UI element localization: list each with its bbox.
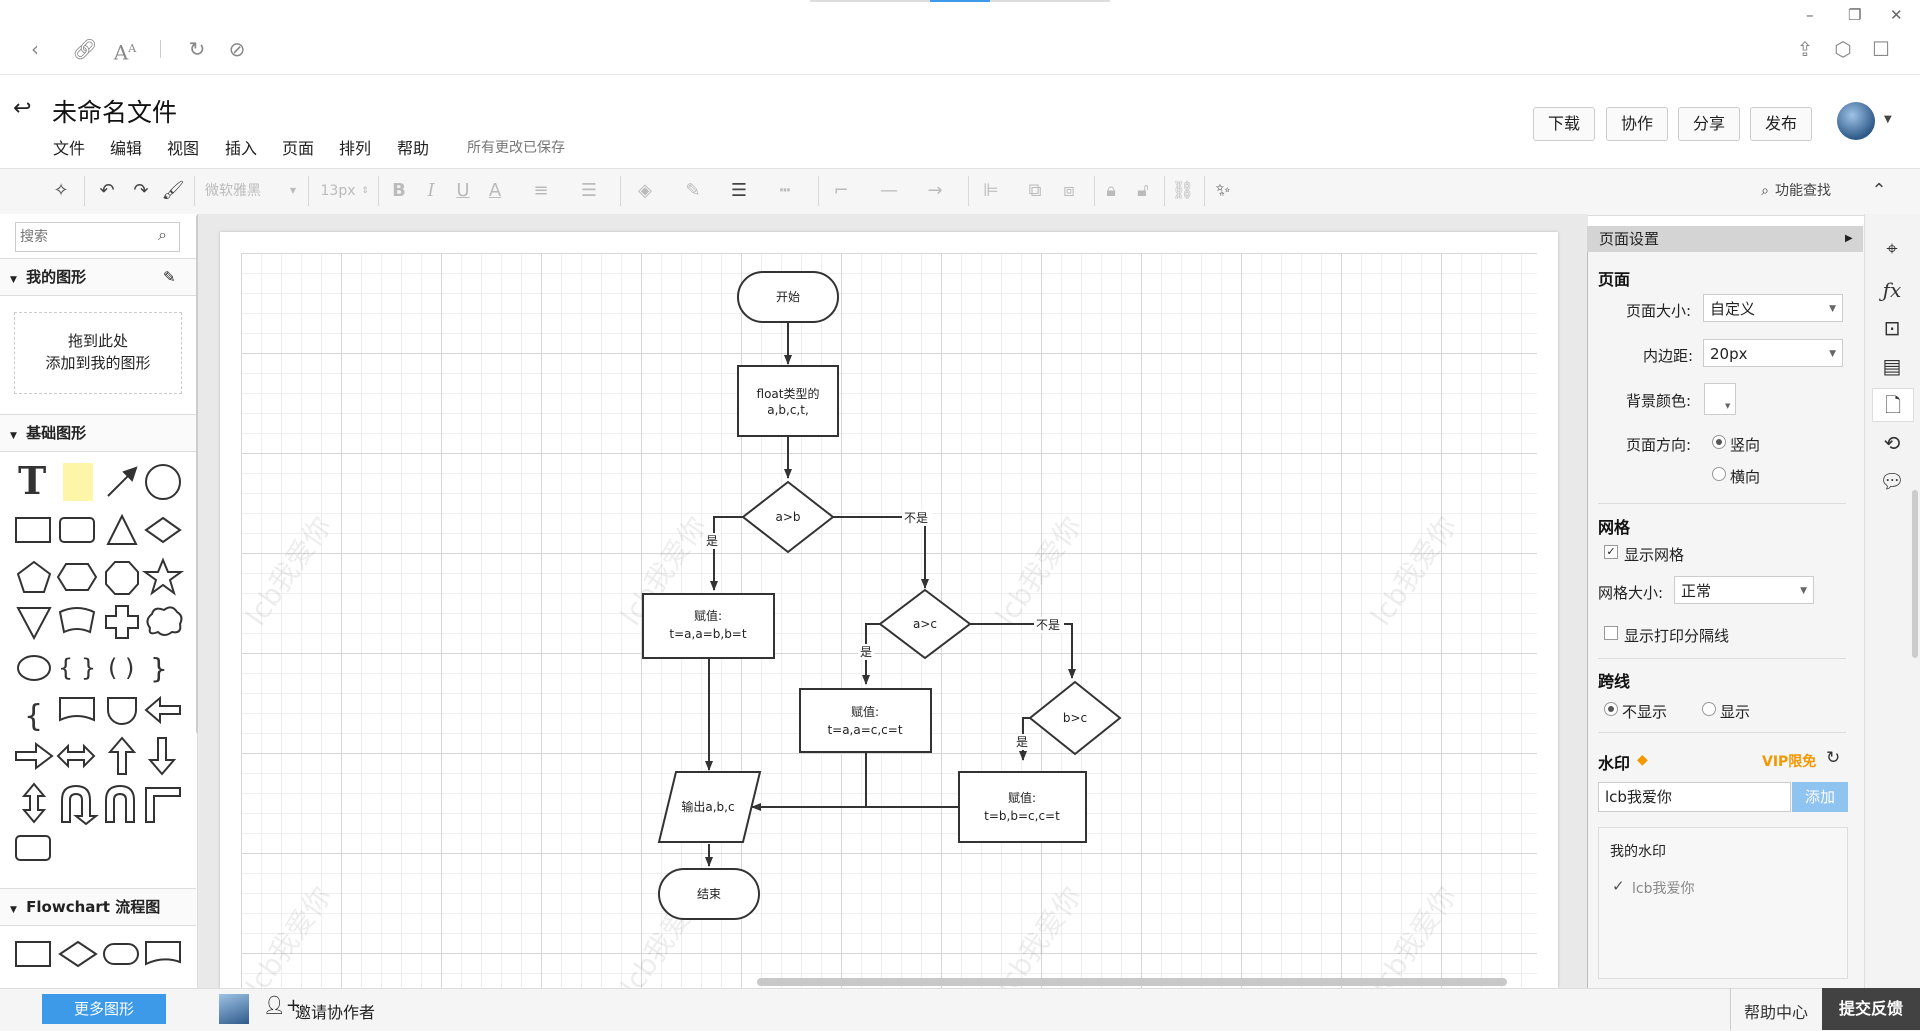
panel-title: 页面设置 xyxy=(1599,230,1660,248)
end-label: 结束 xyxy=(697,887,721,901)
divider xyxy=(1598,658,1846,659)
show-grid-label[interactable]: 显示网格 xyxy=(1624,544,1684,565)
my-watermarks-title: 我的水印 xyxy=(1610,844,1666,860)
watermark-item[interactable]: lcb我爱你 xyxy=(1632,878,1694,898)
landscape-label[interactable]: 横向 xyxy=(1730,466,1760,487)
divider xyxy=(1598,503,1846,504)
formula-icon[interactable]: ƒx xyxy=(1872,274,1912,306)
orientation-label: 页面方向: xyxy=(1626,436,1692,454)
bg-color-label: 背景颜色: xyxy=(1626,392,1692,410)
print-lines-label[interactable]: 显示打印分隔线 xyxy=(1624,625,1729,646)
reset-icon[interactable]: ↻ xyxy=(1826,748,1840,768)
start-label: 开始 xyxy=(776,290,800,304)
divider xyxy=(1730,988,1731,1030)
assign-value: t=a,a=b,b=t xyxy=(669,627,746,641)
decision-label: a>c xyxy=(913,617,937,631)
assign-label: 赋值: xyxy=(851,704,879,719)
decision-label: b>c xyxy=(1063,711,1087,725)
chevron-down-icon: ▼ xyxy=(1800,586,1807,596)
navigator-icon[interactable]: ⌖ xyxy=(1872,232,1912,264)
grid-section-title: 网格 xyxy=(1598,518,1631,537)
show-grid-checkbox[interactable]: ✓ xyxy=(1604,545,1618,559)
print-lines-checkbox[interactable] xyxy=(1604,626,1618,640)
assign-node-2[interactable] xyxy=(799,688,932,753)
assign-node-3[interactable] xyxy=(958,771,1087,843)
page-settings-icon[interactable]: 🗋︎ xyxy=(1872,388,1914,422)
bg-color-picker[interactable]: ▼ xyxy=(1704,383,1736,415)
edge-label-no: 不是 xyxy=(904,511,928,525)
crossline-show-label[interactable]: 显示 xyxy=(1720,701,1750,722)
vip-badge: VIP限免 xyxy=(1762,754,1817,770)
declare-label: a,b,c,t, xyxy=(767,403,809,417)
edge-label-yes: 是 xyxy=(860,645,872,659)
chevron-down-icon: ▼ xyxy=(1725,402,1731,410)
page-size-label: 页面大小: xyxy=(1626,302,1692,320)
crossline-hide-label[interactable]: 不显示 xyxy=(1622,701,1667,722)
page-settings-header[interactable]: 页面设置 ▶ xyxy=(1587,226,1863,252)
assign-value: t=b,b=c,c=t xyxy=(984,809,1060,823)
select-value: 自定义 xyxy=(1710,300,1756,318)
edge-label-yes: 是 xyxy=(706,534,718,548)
chevron-down-icon: ▼ xyxy=(1829,349,1836,359)
assign-label: 赋值: xyxy=(694,608,722,623)
diamond-vip-icon: ◆ xyxy=(1637,752,1648,768)
decision-label: a>b xyxy=(775,510,800,524)
feedback-button[interactable]: 提交反馈 xyxy=(1822,988,1920,1030)
output-label: 输出a,b,c xyxy=(681,799,734,814)
more-shapes-button[interactable]: 更多图形 xyxy=(42,994,166,1024)
assign-node-1[interactable] xyxy=(642,593,775,659)
select-value: 20px xyxy=(1710,345,1748,363)
check-icon: ✓ xyxy=(1612,877,1625,895)
portrait-radio[interactable] xyxy=(1712,435,1726,449)
edge-label-no: 不是 xyxy=(1036,618,1060,632)
page-size-select[interactable]: 自定义 ▼ xyxy=(1703,294,1843,322)
grid-size-label: 网格大小: xyxy=(1598,584,1664,602)
history-icon[interactable]: ⟲ xyxy=(1872,427,1912,459)
watermark-section-title: 水印 xyxy=(1598,754,1631,773)
landscape-radio[interactable] xyxy=(1712,467,1726,481)
declare-label: float类型的 xyxy=(757,386,820,401)
horizontal-scrollbar[interactable] xyxy=(757,978,1507,986)
crossline-hide-radio[interactable] xyxy=(1604,702,1618,716)
grid-size-select[interactable]: 正常 ▼ xyxy=(1674,576,1814,604)
data-icon[interactable]: ▤ xyxy=(1872,350,1912,382)
chevron-down-icon: ▼ xyxy=(1829,304,1836,314)
assign-value: t=a,a=c,c=t xyxy=(827,723,902,737)
crop-icon[interactable]: ⊡ xyxy=(1872,312,1912,344)
select-value: 正常 xyxy=(1681,582,1712,600)
page-section-title: 页面 xyxy=(1598,270,1631,289)
invite-collaborator-button[interactable]: 邀请协作者 xyxy=(295,999,375,1023)
comment-icon[interactable]: 💬︎ xyxy=(1872,465,1912,497)
divider xyxy=(1598,732,1846,733)
crossline-section-title: 跨线 xyxy=(1598,672,1631,691)
flow-edge-yes[interactable] xyxy=(710,516,743,591)
edge-label-yes: 是 xyxy=(1016,735,1028,749)
padding-label: 内边距: xyxy=(1643,347,1694,365)
crossline-show-radio[interactable] xyxy=(1702,702,1716,716)
right-scrollbar[interactable] xyxy=(1912,490,1918,658)
watermark-input[interactable]: lcb我爱你 xyxy=(1598,782,1791,812)
flow-edge[interactable] xyxy=(751,752,867,811)
collapse-right-icon[interactable]: ▶ xyxy=(1845,226,1853,252)
collaborator-avatar[interactable] xyxy=(219,994,249,1024)
help-center-link[interactable]: 帮助中心 xyxy=(1744,999,1808,1023)
padding-select[interactable]: 20px ▼ xyxy=(1703,339,1843,367)
portrait-label[interactable]: 竖向 xyxy=(1730,434,1760,455)
assign-label: 赋值: xyxy=(1008,790,1036,805)
declare-node[interactable] xyxy=(737,365,839,437)
add-watermark-button[interactable]: 添加 xyxy=(1792,782,1848,812)
flow-edge-no[interactable] xyxy=(833,516,929,589)
